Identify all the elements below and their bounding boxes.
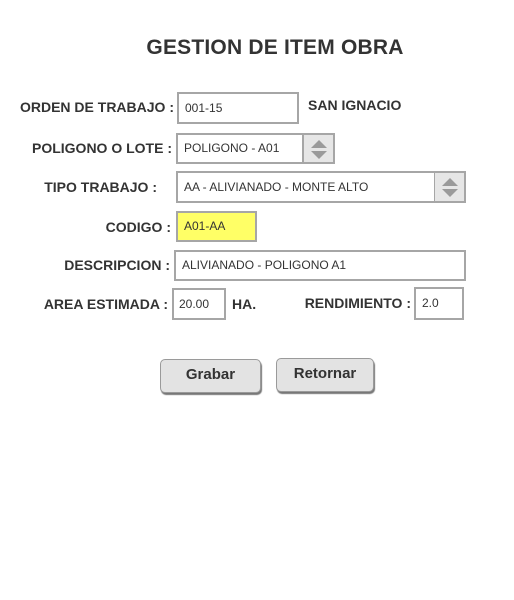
poligono-lote-label: POLIGONO O LOTE : — [32, 140, 172, 156]
tipo-trabajo-label: TIPO TRABAJO : — [44, 179, 157, 195]
area-unit: HA. — [232, 296, 257, 312]
orden-trabajo-label: ORDEN DE TRABAJO : — [19, 99, 174, 115]
arrow-up-icon — [441, 178, 458, 186]
codigo-field[interactable]: A01-AA — [176, 211, 257, 242]
codigo-label: CODIGO : — [105, 219, 171, 235]
rendimiento-label: RENDIMIENTO : — [304, 295, 411, 311]
rendimiento-field[interactable]: 2.0 — [414, 287, 464, 320]
area-estimada-label: AREA ESTIMADA : — [43, 296, 168, 312]
orden-trabajo-field[interactable]: 001-15 — [177, 92, 299, 124]
poligono-lote-select[interactable]: POLIGONO - A01 — [176, 133, 304, 164]
poligono-spinner[interactable] — [303, 133, 335, 164]
arrow-down-icon — [310, 151, 327, 159]
tipo-trabajo-spinner[interactable] — [434, 171, 466, 203]
arrow-up-icon — [310, 140, 327, 148]
grabar-button[interactable]: Grabar — [160, 359, 261, 393]
retornar-button[interactable]: Retornar — [276, 358, 374, 392]
area-estimada-field[interactable]: 20.00 — [172, 288, 226, 320]
orden-trabajo-name: SAN IGNACIO — [308, 97, 402, 113]
page-title: GESTION DE ITEM OBRA — [146, 36, 404, 59]
descripcion-label: DESCRIPCION : — [64, 257, 170, 273]
arrow-down-icon — [441, 189, 458, 197]
descripcion-field[interactable]: ALIVIANADO - POLIGONO A1 — [174, 250, 466, 281]
tipo-trabajo-select[interactable]: AA - ALIVIANADO - MONTE ALTO — [176, 171, 436, 203]
